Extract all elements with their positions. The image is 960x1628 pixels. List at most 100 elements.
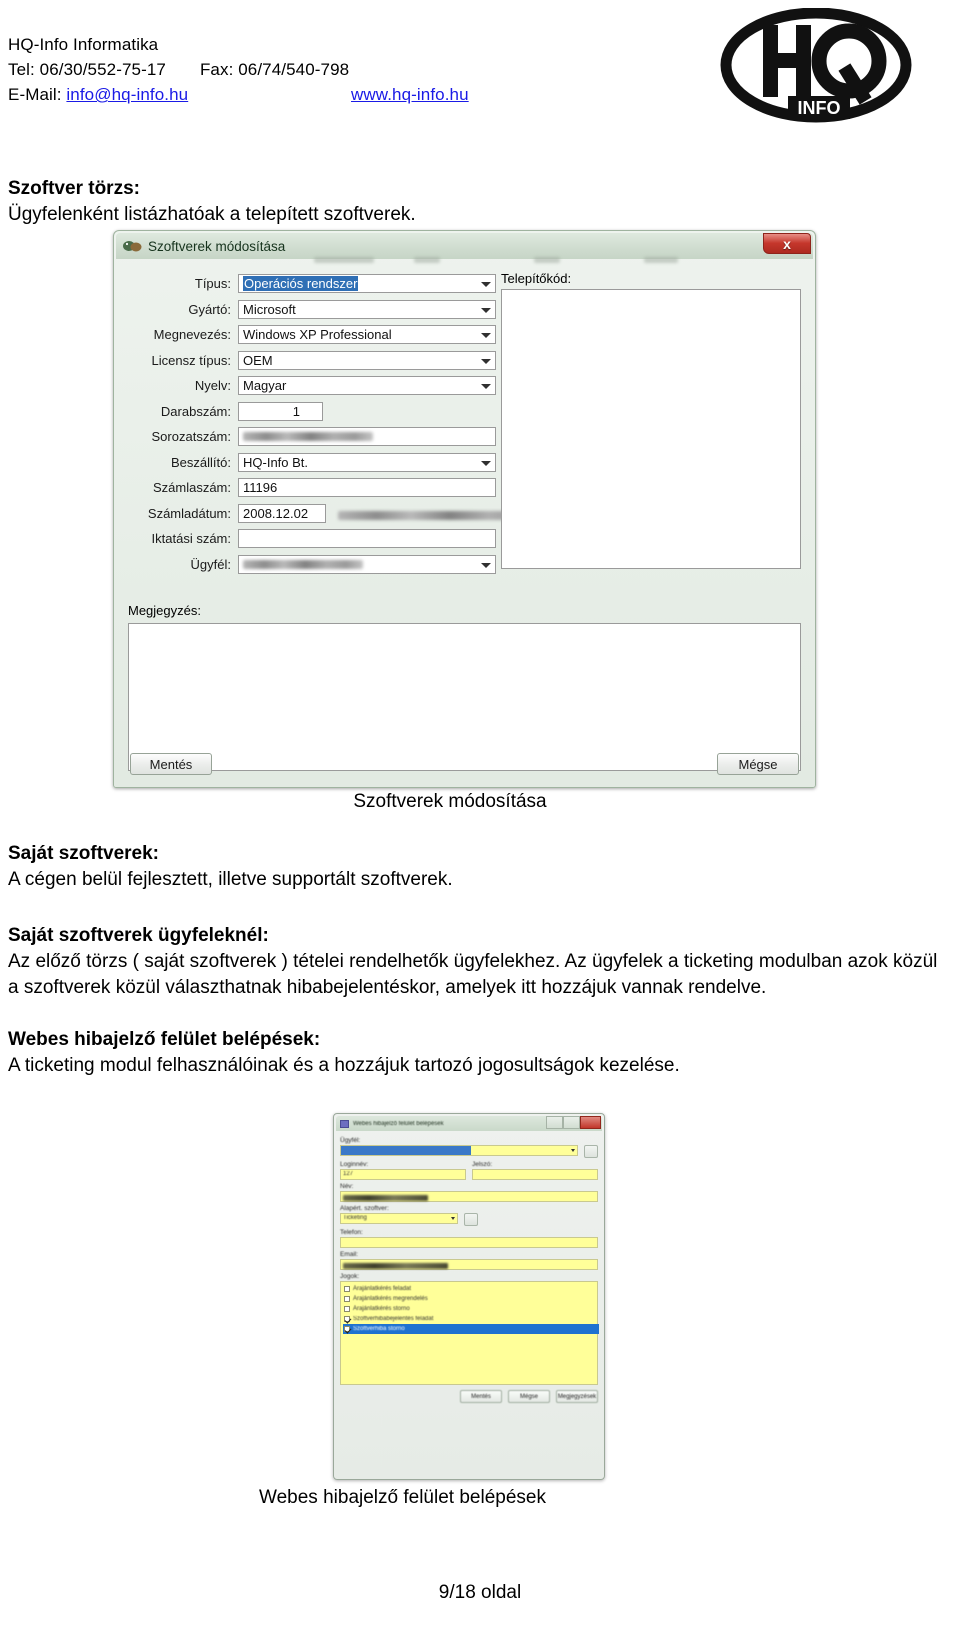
checkbox-icon[interactable] xyxy=(344,1326,350,1332)
field-gyarto: Gyártó: Microsoft xyxy=(128,297,496,323)
close-icon[interactable] xyxy=(580,1116,601,1129)
chevron-down-icon[interactable] xyxy=(481,307,491,313)
field-licensz-tipus-input[interactable]: OEM xyxy=(238,350,496,370)
close-icon[interactable]: x xyxy=(763,233,811,254)
field-iktatasi-szam: Iktatási szám: xyxy=(128,526,496,552)
chevron-down-icon[interactable] xyxy=(481,282,491,288)
field-tipus-input[interactable]: Operációs rendszer xyxy=(238,274,496,294)
ugyfel-lookup-button[interactable] xyxy=(584,1145,598,1158)
logo-info-text: INFO xyxy=(798,98,841,118)
field-licensz-tipus: Licensz típus: OEM xyxy=(128,348,496,374)
email-link[interactable]: info@hq-info.hu xyxy=(66,85,188,104)
list-item-label: Szoftverhiba storno xyxy=(353,1326,405,1332)
dialog2-buttonrow: Mentés Mégse Megjegyzések xyxy=(340,1390,598,1403)
installcode-textarea[interactable] xyxy=(501,289,801,569)
website-link[interactable]: www.hq-info.hu xyxy=(351,82,469,107)
field-tipus-label: Típus: xyxy=(194,276,231,292)
d2-email-label: Email: xyxy=(340,1251,359,1258)
d2-telefon-input[interactable] xyxy=(340,1237,598,1248)
maximize-icon[interactable] xyxy=(563,1116,580,1129)
d2-alapert-szoftver-value: Ticketing xyxy=(343,1215,367,1221)
dialog1-titlebar[interactable]: Szoftverek módosítása x xyxy=(116,233,813,259)
note-textarea[interactable] xyxy=(128,623,801,771)
field-licensz-tipus-label: Licensz típus: xyxy=(151,352,232,368)
list-item[interactable]: Szoftverhiba storno xyxy=(343,1324,599,1334)
d2-jelszo-input[interactable] xyxy=(472,1169,598,1180)
redacted-value xyxy=(343,1263,448,1269)
text-sajat-szoftverek: A cégen belül fejlesztett, illetve suppo… xyxy=(8,869,453,890)
field-szamladatum-label: Számladátum: xyxy=(147,505,231,521)
checkbox-icon[interactable] xyxy=(344,1286,350,1292)
letterhead: HQ-Info Informatika Tel: 06/30/552-75-17… xyxy=(0,0,960,140)
field-gyarto-input[interactable]: Microsoft xyxy=(238,299,496,319)
cancel-button[interactable]: Mégse xyxy=(508,1390,550,1403)
chevron-down-icon[interactable] xyxy=(481,460,491,466)
field-iktatasi-szam-input[interactable] xyxy=(238,529,496,549)
rights-list[interactable]: Árajánlatkérés feladat Árajánlatkérés me… xyxy=(340,1281,599,1385)
field-beszallito-value: HQ-Info Bt. xyxy=(243,454,309,470)
checkbox-icon[interactable] xyxy=(344,1296,350,1302)
field-nyelv-input[interactable]: Magyar xyxy=(238,376,496,396)
list-item[interactable]: Árajánlatkérés feladat xyxy=(343,1284,597,1294)
section-software-root: Szoftver törzs: Ügyfelenként listázhatóa… xyxy=(8,176,416,228)
field-beszallito-input[interactable]: HQ-Info Bt. xyxy=(238,452,496,472)
chevron-down-icon[interactable] xyxy=(481,384,491,390)
list-item-label: Árajánlatkérés storno xyxy=(353,1306,410,1312)
save-button[interactable]: Mentés xyxy=(130,753,212,775)
field-iktatasi-szam-label: Iktatási szám: xyxy=(151,531,231,547)
note-label: Megjegyzés: xyxy=(128,603,201,618)
application-icon xyxy=(122,238,142,254)
list-item[interactable]: Árajánlatkérés megrendelés xyxy=(343,1294,597,1304)
installcode-label: Telepítőkód: xyxy=(501,271,572,286)
d2-login-input[interactable]: 127 xyxy=(340,1169,466,1180)
d2-alapert-szoftver-input[interactable]: Ticketing xyxy=(340,1213,458,1224)
chevron-down-icon[interactable] xyxy=(481,562,491,568)
d2-jelszo-col: Jelszó: xyxy=(472,1158,598,1180)
dialog2-body: Ügyfél: Loginnév: 127 Jelszó: Név: Alapé… xyxy=(340,1134,599,1475)
d2-ugyfel-input[interactable] xyxy=(340,1145,578,1156)
field-ugyfel: Ügyfél: xyxy=(128,552,496,578)
redacted-value xyxy=(343,1195,428,1201)
dialog1-buttonrow: Mentés Mégse xyxy=(128,753,801,777)
notes-button[interactable]: Megjegyzések xyxy=(556,1390,598,1403)
szoftver-lookup-button[interactable] xyxy=(464,1213,478,1226)
d2-nev-input[interactable] xyxy=(340,1191,598,1202)
checkbox-icon[interactable] xyxy=(344,1316,350,1322)
figure1-caption: Szoftverek módosítása xyxy=(353,791,547,812)
chevron-down-icon[interactable] xyxy=(481,358,491,364)
field-sorozatszam-input[interactable] xyxy=(238,427,496,447)
chevron-down-icon[interactable] xyxy=(481,333,491,339)
field-megnevezes-label: Megnevezés: xyxy=(153,327,231,343)
field-sorozatszam: Sorozatszám: xyxy=(128,424,496,450)
checkbox-icon[interactable] xyxy=(344,1306,350,1312)
dialog2-titlebar[interactable]: Webes hibajelző felület belépések xyxy=(336,1116,602,1131)
chevron-down-icon[interactable] xyxy=(451,1217,455,1220)
text-szoftver-torzs: Ügyfelenként listázhatóak a telepített s… xyxy=(8,204,416,225)
list-item[interactable]: Árajánlatkérés storno xyxy=(343,1304,597,1314)
field-szamladatum-input[interactable]: 2008.12.02 xyxy=(238,503,326,523)
minimize-icon[interactable] xyxy=(546,1116,563,1129)
list-item-label: Szoftverhibabejelentés feladat xyxy=(353,1316,434,1322)
heading-webes-hibajelzo: Webes hibajelző felület belépések: xyxy=(8,1029,321,1050)
field-ugyfel-input[interactable] xyxy=(238,554,496,574)
installcode-panel: Telepítőkód: xyxy=(501,271,801,569)
telephone-text: Tel: 06/30/552-75-17 xyxy=(8,60,166,79)
field-beszallito-label: Beszállító: xyxy=(171,454,231,470)
field-megnevezes-input[interactable]: Windows XP Professional xyxy=(238,325,496,345)
list-item[interactable]: Szoftverhibabejelentés feladat xyxy=(343,1314,597,1324)
d2-email-input[interactable] xyxy=(340,1259,598,1270)
d2-jelszo-label: Jelszó: xyxy=(472,1161,493,1168)
cancel-button[interactable]: Mégse xyxy=(717,753,799,775)
heading-sajat-szoftverek-ugyfeleknel: Saját szoftverek ügyfeleknél: xyxy=(8,925,269,946)
section-sajat-szoftverek: Saját szoftverek: A cégen belül fejleszt… xyxy=(8,841,453,893)
d2-login-col: Loginnév: 127 xyxy=(340,1158,466,1180)
application-icon xyxy=(340,1119,349,1128)
dialog-webes-hibajelzo-belepesek: Webes hibajelző felület belépések Ügyfél… xyxy=(333,1113,605,1480)
field-darabszam-input[interactable]: 1 xyxy=(238,401,323,421)
save-button[interactable]: Mentés xyxy=(460,1390,502,1403)
field-darabszam: Darabszám: 1 xyxy=(128,399,496,425)
section-sajat-szoftverek-ugyfeleknel: Saját szoftverek ügyfeleknél: Az előző t… xyxy=(8,923,952,1001)
field-szamlaszam-input[interactable]: 11196 xyxy=(238,478,496,498)
dialog2-window-controls xyxy=(546,1116,601,1129)
chevron-down-icon[interactable] xyxy=(571,1149,575,1152)
